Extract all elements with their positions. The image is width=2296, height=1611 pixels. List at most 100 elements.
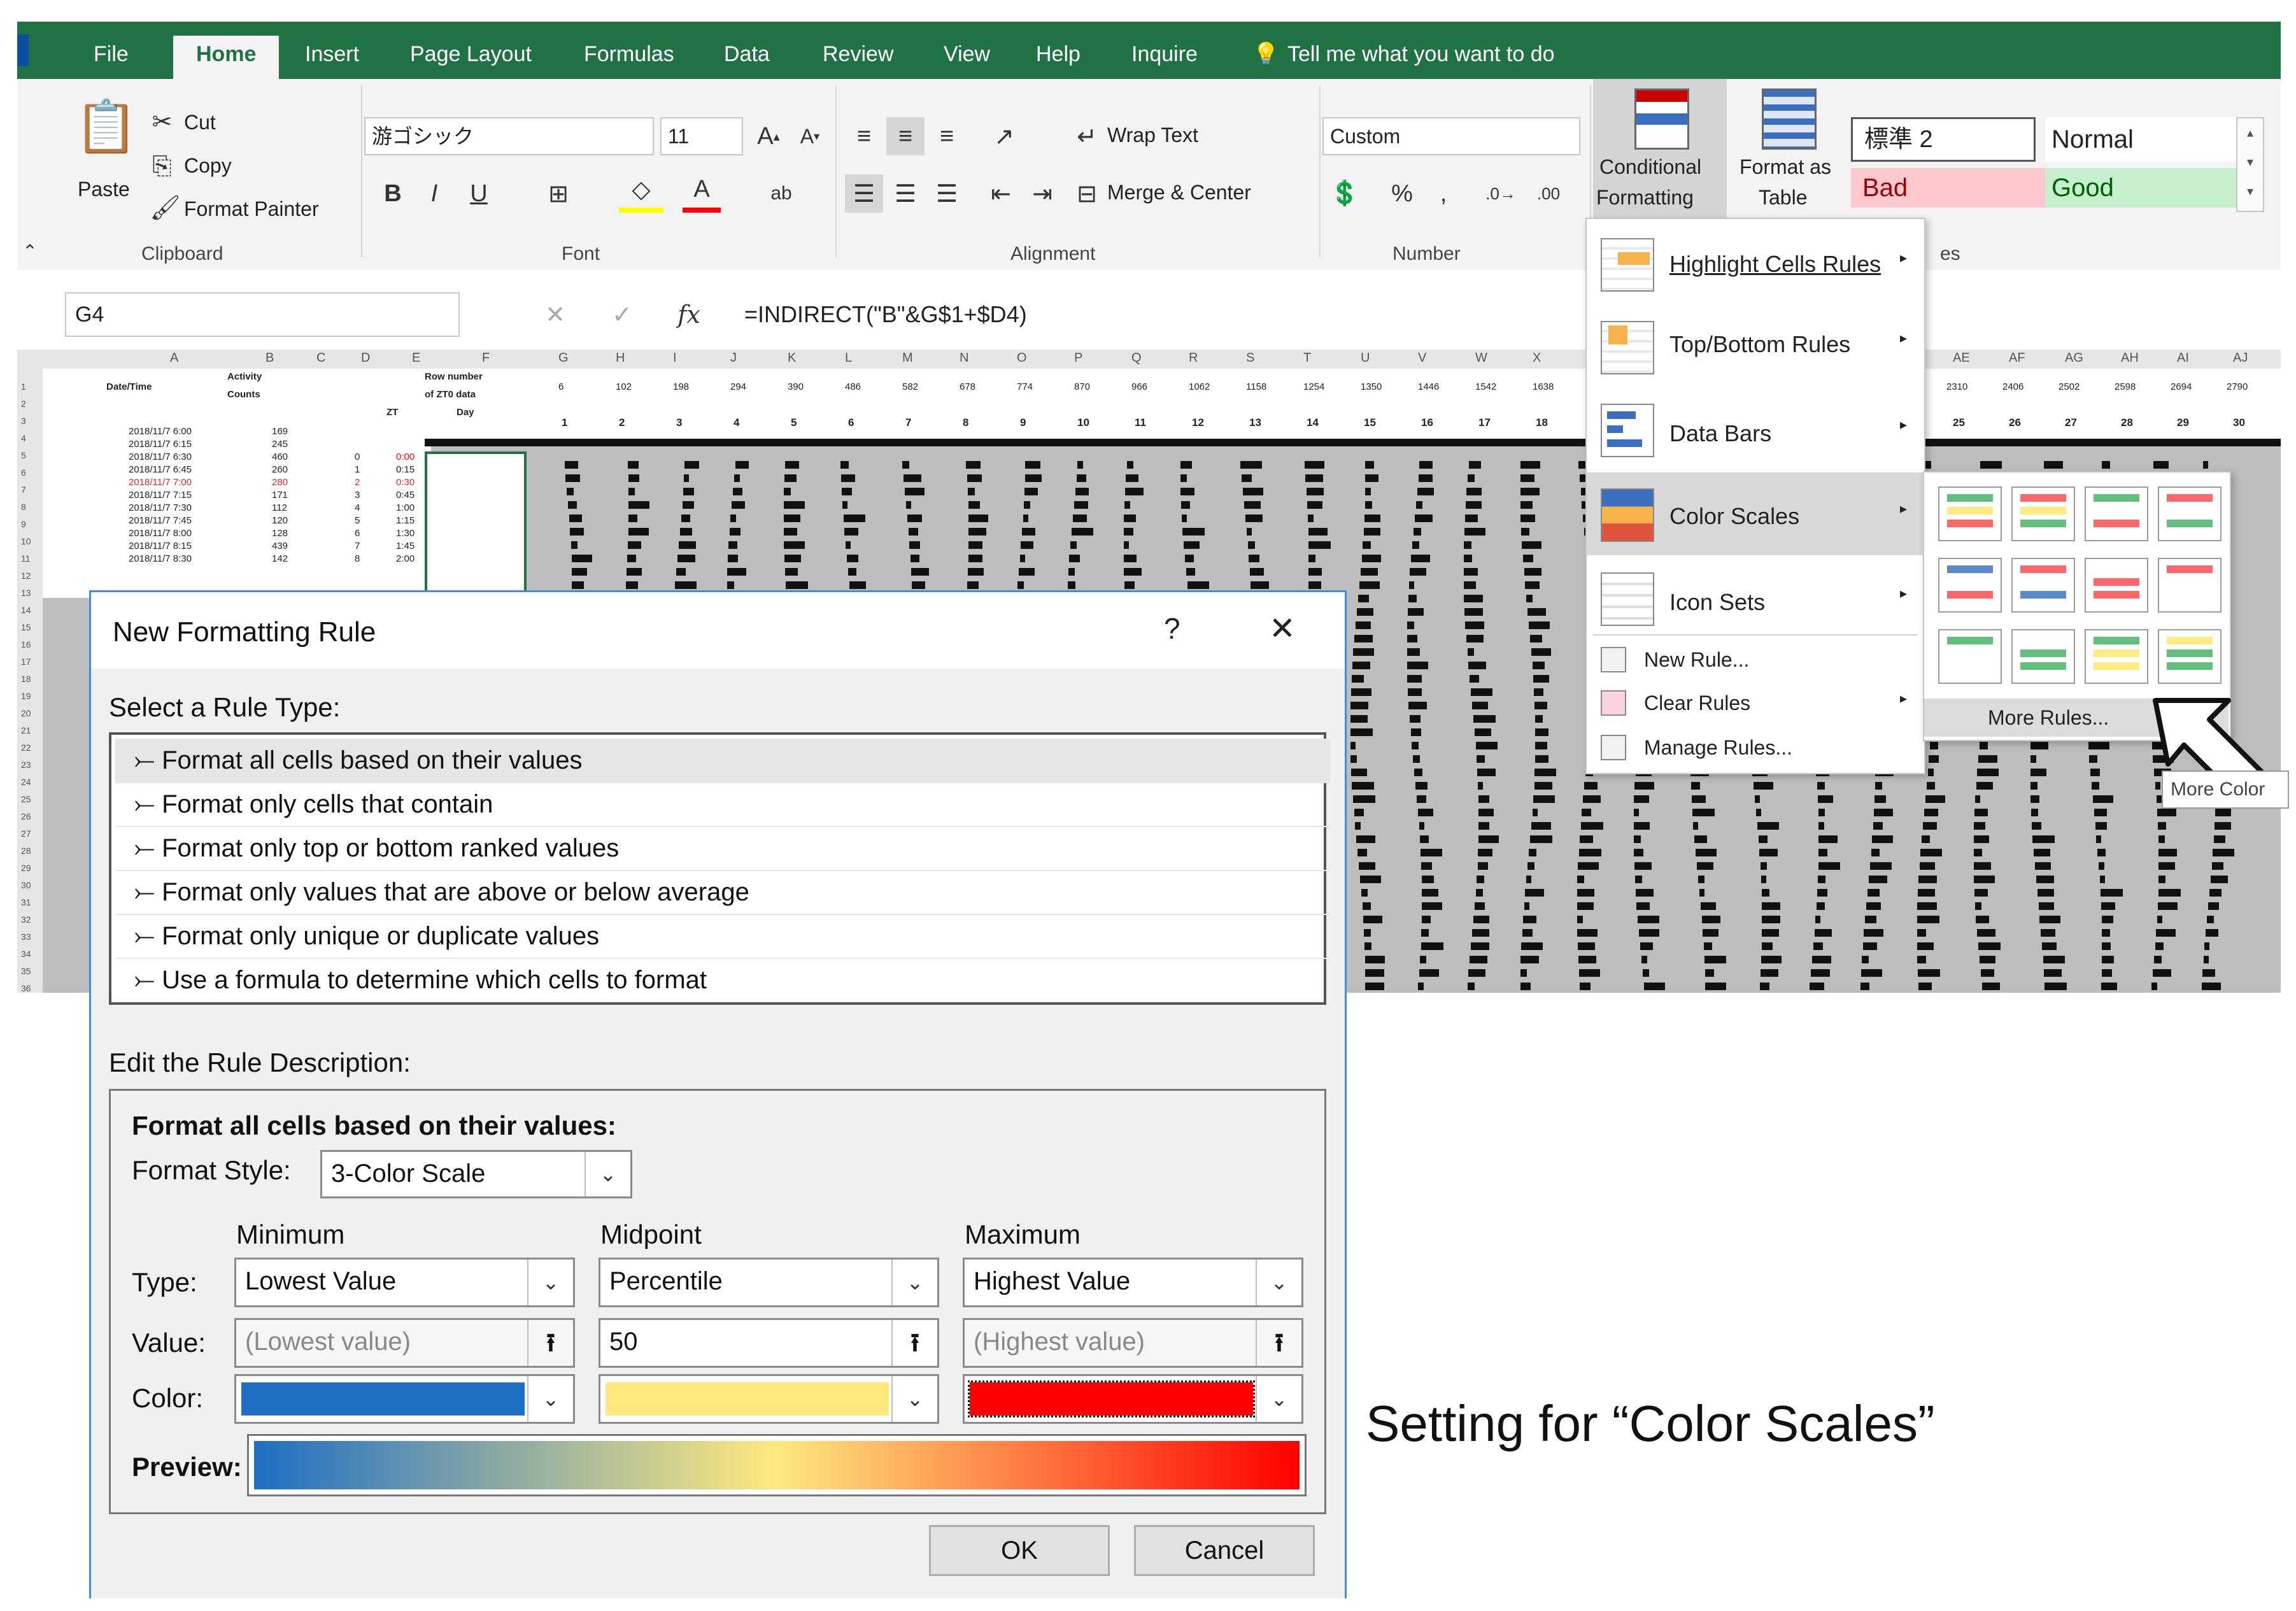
cell-datetime[interactable]: 2018/11/7 7:45 xyxy=(129,515,192,526)
cell-activity[interactable]: 171 xyxy=(272,490,288,500)
menu-data-bars[interactable]: Data Bars ▸ xyxy=(1587,397,1924,461)
tab-page-layout[interactable]: Page Layout xyxy=(410,36,532,79)
cell-activity[interactable]: 460 xyxy=(272,451,288,462)
column-letter[interactable]: S xyxy=(1246,351,1254,365)
cancel-button[interactable]: Cancel xyxy=(1134,1525,1315,1576)
cell-datetime[interactable]: 2018/11/7 6:45 xyxy=(129,464,192,475)
row-number[interactable]: 27 xyxy=(21,828,31,839)
column-letter[interactable]: AH xyxy=(2121,351,2139,365)
format-painter-button[interactable]: Format Painter xyxy=(184,197,319,221)
cell-activity[interactable]: 439 xyxy=(272,541,288,551)
color-scale-swatch[interactable] xyxy=(2011,629,2075,684)
row-number[interactable]: 5 xyxy=(21,450,26,460)
column-letter[interactable]: U xyxy=(1361,351,1370,365)
style-good[interactable]: Good xyxy=(2045,168,2236,208)
cell-zt[interactable]: 0:15 xyxy=(396,464,415,475)
color-scale-swatch[interactable] xyxy=(1938,486,2002,541)
wrap-text-button[interactable]: Wrap Text xyxy=(1107,124,1198,147)
copy-button[interactable]: Copy xyxy=(184,154,232,178)
row-number[interactable]: 17 xyxy=(21,656,31,667)
cell-zt[interactable]: 2:00 xyxy=(396,553,415,564)
align-left-icon[interactable]: ☰ xyxy=(845,174,883,213)
maximum-type-select[interactable]: Highest Value ⌄ xyxy=(963,1258,1303,1307)
cell-zt[interactable]: 1:45 xyxy=(396,541,415,551)
column-letter[interactable]: E xyxy=(412,351,420,365)
collapse-dialog-icon[interactable]: ⭱ xyxy=(527,1320,573,1366)
midpoint-type-select[interactable]: Percentile ⌄ xyxy=(599,1258,939,1307)
row-number[interactable]: 8 xyxy=(21,502,26,512)
insert-function-icon[interactable]: fx xyxy=(670,292,708,337)
row-number[interactable]: 7 xyxy=(21,485,26,495)
row-number[interactable]: 6 xyxy=(21,467,26,478)
underline-button[interactable]: U xyxy=(460,174,498,213)
column-letter[interactable]: J xyxy=(730,351,737,365)
selected-cell[interactable] xyxy=(425,451,527,604)
row-number[interactable]: 30 xyxy=(21,880,31,890)
row-number[interactable]: 26 xyxy=(21,811,31,821)
cancel-entry-icon[interactable]: ✕ xyxy=(536,292,574,337)
bold-button[interactable]: B xyxy=(377,174,409,213)
column-letter[interactable]: B xyxy=(266,351,274,365)
cell-datetime[interactable]: 2018/11/7 8:30 xyxy=(129,553,192,564)
row-number[interactable]: 36 xyxy=(21,983,31,993)
row-number[interactable]: 12 xyxy=(21,571,31,581)
menu-icon-sets[interactable]: Icon Sets ▸ xyxy=(1587,566,1924,630)
tab-file[interactable]: File xyxy=(94,36,129,79)
font-color-icon[interactable]: A xyxy=(683,171,721,213)
cell-datetime[interactable]: 2018/11/7 7:15 xyxy=(129,490,192,500)
rule-type-item[interactable]: ⤚ Format only unique or duplicate values xyxy=(115,914,1330,959)
confirm-entry-icon[interactable]: ✓ xyxy=(603,292,641,337)
row-number[interactable]: 21 xyxy=(21,725,31,735)
tab-insert[interactable]: Insert xyxy=(305,36,359,79)
cell-row-index[interactable]: 0 xyxy=(355,451,360,462)
align-center-icon[interactable]: ☰ xyxy=(886,174,925,213)
row-number[interactable]: 18 xyxy=(21,674,31,684)
rule-type-list[interactable]: ⤚ Format all cells based on their values… xyxy=(109,732,1330,1005)
styles-scroll[interactable]: ▴ ▾ ▾ xyxy=(2236,117,2264,212)
row-number[interactable]: 3 xyxy=(21,416,26,426)
cell-activity[interactable]: 280 xyxy=(272,477,288,488)
align-bottom-icon[interactable]: ≡ xyxy=(928,117,966,155)
cell-zt[interactable]: 0:00 xyxy=(396,451,415,462)
row-number[interactable]: 9 xyxy=(21,519,26,529)
color-scale-swatch[interactable] xyxy=(1938,629,2002,684)
column-letter[interactable]: F xyxy=(482,351,490,365)
cell-activity[interactable]: 128 xyxy=(272,528,288,539)
style-bad[interactable]: Bad xyxy=(1851,168,2047,208)
cut-button[interactable]: Cut xyxy=(184,111,216,134)
tab-view[interactable]: View xyxy=(944,36,990,79)
number-format-select[interactable]: Custom xyxy=(1322,117,1580,155)
row-number[interactable]: 35 xyxy=(21,966,31,976)
column-letter[interactable]: AI xyxy=(2177,351,2189,365)
tab-review[interactable]: Review xyxy=(823,36,893,79)
cell-datetime[interactable]: 2018/11/7 6:30 xyxy=(129,451,192,462)
rule-type-item[interactable]: ⤚ Use a formula to determine which cells… xyxy=(115,958,1330,1002)
column-letter[interactable]: M xyxy=(902,351,913,365)
format-style-select[interactable]: 3-Color Scale ⌄ xyxy=(320,1150,632,1198)
rule-type-item[interactable]: ⤚ Format only cells that contain xyxy=(115,783,1330,827)
menu-clear-rules[interactable]: Clear Rules ▸ xyxy=(1587,684,1924,723)
midpoint-color-select[interactable]: ⌄ xyxy=(599,1374,939,1424)
cell-row-index[interactable]: 7 xyxy=(355,541,360,551)
menu-top-bottom-rules[interactable]: Top/Bottom Rules ▸ xyxy=(1587,315,1924,378)
row-number[interactable]: 33 xyxy=(21,932,31,942)
row-number[interactable]: 32 xyxy=(21,914,31,925)
decrease-font-icon[interactable]: A ▾ xyxy=(791,117,829,155)
row-number[interactable]: 14 xyxy=(21,605,31,615)
row-number[interactable]: 20 xyxy=(21,708,31,718)
close-icon[interactable]: ✕ xyxy=(1269,610,1296,647)
align-top-icon[interactable]: ≡ xyxy=(845,117,883,155)
column-letter[interactable]: O xyxy=(1017,351,1027,365)
tab-formulas[interactable]: Formulas xyxy=(584,36,674,79)
tell-me-search[interactable]: Tell me what you want to do xyxy=(1287,36,1555,79)
orientation-icon[interactable]: ↗ xyxy=(982,117,1026,155)
row-number[interactable]: 16 xyxy=(21,639,31,649)
row-number[interactable]: 13 xyxy=(21,588,31,598)
conditional-formatting-button[interactable]: Conditional Formatting xyxy=(1593,79,1727,238)
fill-color-icon[interactable]: ◇ xyxy=(619,171,663,213)
cell-datetime[interactable]: 2018/11/7 8:15 xyxy=(129,541,192,551)
borders-icon[interactable]: ⊞ xyxy=(536,174,581,213)
column-letter[interactable]: L xyxy=(845,351,852,365)
color-scale-swatch[interactable] xyxy=(2158,629,2222,684)
cell-row-index[interactable]: 5 xyxy=(355,515,360,526)
